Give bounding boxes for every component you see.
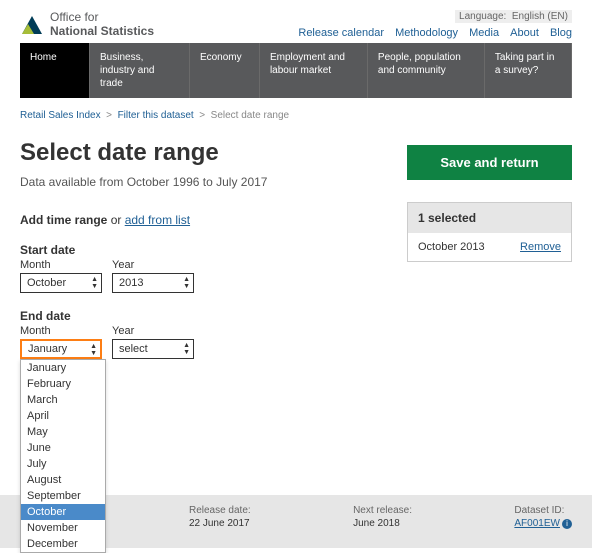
ons-logo: Office for National Statistics <box>20 10 154 39</box>
page-title: Select date range <box>20 139 375 167</box>
add-range-line: Add time range or add from list <box>20 213 375 227</box>
nav-employment[interactable]: Employment and labour market <box>260 43 368 98</box>
month-option[interactable]: September <box>21 488 105 504</box>
start-year-select[interactable]: 2013▲▼ <box>112 273 194 293</box>
end-date-title: End date <box>20 309 375 323</box>
start-month-select[interactable]: October▲▼ <box>20 273 102 293</box>
selected-item: October 2013 <box>418 241 485 253</box>
link-media[interactable]: Media <box>469 27 499 39</box>
month-option[interactable]: July <box>21 456 105 472</box>
select-arrows-icon: ▲▼ <box>91 276 98 290</box>
nav-survey[interactable]: Taking part in a survey? <box>485 43 572 98</box>
nav-people[interactable]: People, population and community <box>368 43 485 98</box>
start-date-title: Start date <box>20 243 375 257</box>
link-blog[interactable]: Blog <box>550 27 572 39</box>
end-month-label: Month <box>20 325 102 337</box>
start-year-label: Year <box>112 259 194 271</box>
info-icon[interactable]: i <box>562 519 572 529</box>
month-option[interactable]: January <box>21 360 105 376</box>
select-arrows-icon: ▲▼ <box>90 343 97 357</box>
ons-logo-icon <box>20 12 44 36</box>
select-arrows-icon: ▲▼ <box>183 276 190 290</box>
crumb-current: Select date range <box>211 110 289 121</box>
release-date-label: Release date: <box>189 505 251 516</box>
link-release-calendar[interactable]: Release calendar <box>298 27 384 39</box>
add-from-list-link[interactable]: add from list <box>125 213 190 227</box>
nav-business[interactable]: Business, industry and trade <box>90 43 190 98</box>
month-option[interactable]: August <box>21 472 105 488</box>
dataset-id-label: Dataset ID: <box>514 505 572 516</box>
month-option[interactable]: March <box>21 392 105 408</box>
end-year-label: Year <box>112 325 194 337</box>
next-release: June 2018 <box>353 518 412 529</box>
next-release-label: Next release: <box>353 505 412 516</box>
link-methodology[interactable]: Methodology <box>395 27 458 39</box>
crumb-filter[interactable]: Filter this dataset <box>118 110 194 121</box>
selected-head: 1 selected <box>408 203 571 233</box>
breadcrumb: Retail Sales Index > Filter this dataset… <box>0 98 592 129</box>
month-option[interactable]: May <box>21 424 105 440</box>
save-and-return-button[interactable]: Save and return <box>407 145 572 180</box>
end-month-dropdown: JanuaryFebruaryMarchAprilMayJuneJulyAugu… <box>20 359 106 553</box>
month-option[interactable]: November <box>21 520 105 536</box>
month-option[interactable]: April <box>21 408 105 424</box>
month-option[interactable]: June <box>21 440 105 456</box>
release-date: 22 June 2017 <box>189 518 251 529</box>
end-year-select[interactable]: select▲▼ <box>112 339 194 359</box>
dataset-id-link[interactable]: AF001EW <box>514 518 560 529</box>
month-option[interactable]: February <box>21 376 105 392</box>
logo-line1: Office for <box>50 10 154 24</box>
month-option[interactable]: October <box>21 504 105 520</box>
select-arrows-icon: ▲▼ <box>183 342 190 356</box>
start-month-label: Month <box>20 259 102 271</box>
nav-home[interactable]: Home <box>20 43 90 98</box>
data-available: Data available from October 1996 to July… <box>20 175 375 189</box>
remove-link[interactable]: Remove <box>520 241 561 253</box>
link-about[interactable]: About <box>510 27 539 39</box>
crumb-retail[interactable]: Retail Sales Index <box>20 110 101 121</box>
logo-line2: National Statistics <box>50 24 154 38</box>
month-option[interactable]: December <box>21 536 105 552</box>
main-nav: Home Business, industry and trade Econom… <box>20 43 572 98</box>
nav-economy[interactable]: Economy <box>190 43 260 98</box>
end-month-select[interactable]: January▲▼ JanuaryFebruaryMarchAprilMayJu… <box>20 339 102 359</box>
language-bar: Language: English (EN) <box>290 10 572 23</box>
selected-box: 1 selected October 2013 Remove <box>407 202 572 262</box>
